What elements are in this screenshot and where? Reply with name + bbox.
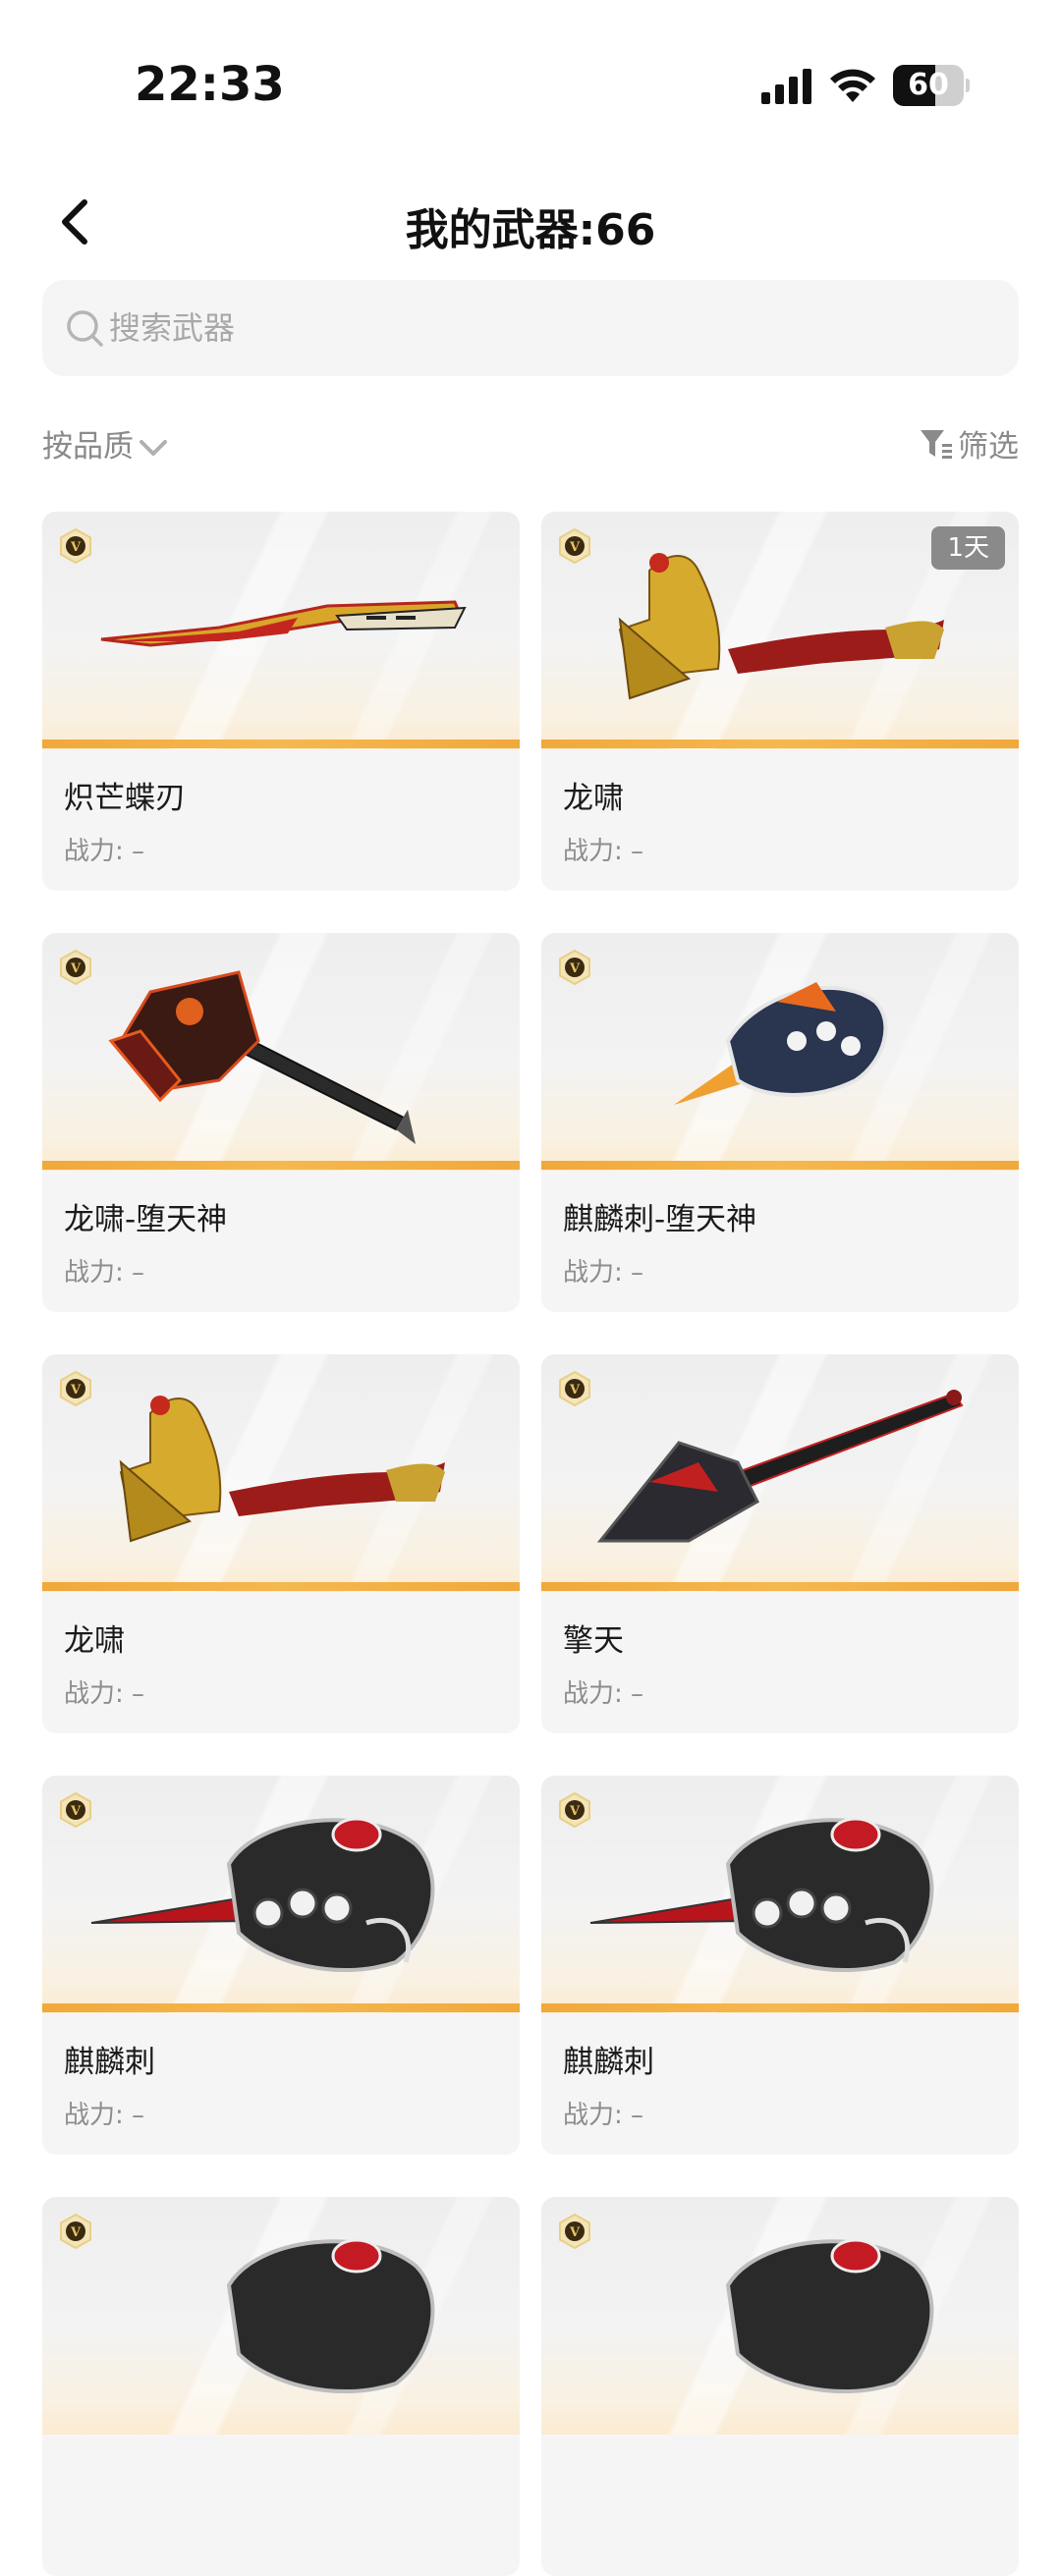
v-quality-badge-icon: V bbox=[60, 528, 91, 564]
sort-by-quality-button[interactable]: 按品质 bbox=[42, 421, 169, 466]
v-quality-badge-icon: V bbox=[60, 1792, 91, 1828]
weapon-card[interactable]: V 龙啸-堕天神 战力: – bbox=[42, 933, 520, 1312]
shovel-icon bbox=[596, 1390, 964, 1543]
knuckle-icon bbox=[589, 1817, 934, 1973]
wifi-icon bbox=[830, 69, 875, 102]
weapon-card[interactable]: V bbox=[541, 2197, 1019, 2576]
weapon-name: 龙啸-堕天神 bbox=[64, 1202, 228, 1237]
filter-label: 筛选 bbox=[958, 429, 1019, 465]
page-title: 我的武器:66 bbox=[405, 205, 656, 255]
knuckle-icon bbox=[90, 1817, 435, 1973]
svg-text:V: V bbox=[70, 540, 82, 555]
v-quality-badge-icon: V bbox=[60, 1371, 91, 1406]
weapon-name: 龙啸 bbox=[64, 1623, 125, 1659]
quality-bar bbox=[541, 1582, 1019, 1591]
weapon-image-area: V bbox=[42, 1354, 520, 1592]
battery-level: 60 bbox=[908, 68, 949, 102]
filter-row: 按品质 筛选 bbox=[42, 417, 1019, 466]
weapon-name: 炽芒蝶刃 bbox=[64, 781, 186, 816]
weapon-power: 战力: – bbox=[64, 1679, 145, 1709]
weapon-image-area: V bbox=[42, 2197, 520, 2435]
quality-bar bbox=[42, 1582, 520, 1591]
weapon-image-area: V bbox=[42, 512, 520, 749]
svg-text:V: V bbox=[70, 1804, 82, 1819]
time-limit-tag: 1天 bbox=[931, 526, 1005, 570]
weapon-card[interactable]: V 炽芒蝶刃 战力: – bbox=[42, 512, 520, 891]
weapon-name: 龙啸 bbox=[563, 781, 624, 816]
weapon-card[interactable]: V 龙啸 战力: – bbox=[42, 1354, 520, 1733]
knuckle-icon bbox=[226, 2238, 435, 2394]
weapon-image-area: V bbox=[42, 933, 520, 1171]
svg-text:V: V bbox=[569, 961, 581, 976]
filter-icon bbox=[921, 430, 952, 459]
v-quality-badge-icon: V bbox=[559, 528, 590, 564]
v-quality-badge-icon: V bbox=[559, 1371, 590, 1406]
quality-bar bbox=[42, 740, 520, 748]
svg-text:V: V bbox=[569, 1383, 581, 1398]
battery-icon: 60 bbox=[893, 65, 970, 106]
v-quality-badge-icon: V bbox=[60, 950, 91, 985]
weapon-image-area: V bbox=[541, 933, 1019, 1171]
status-bar: 22:33 60 bbox=[0, 0, 1061, 147]
v-quality-badge-icon: V bbox=[559, 950, 590, 985]
weapon-card[interactable]: V 擎天 战力: – bbox=[541, 1354, 1019, 1733]
weapon-power: 战力: – bbox=[563, 1258, 644, 1288]
svg-text:V: V bbox=[70, 961, 82, 976]
quality-bar bbox=[541, 1161, 1019, 1170]
v-quality-badge-icon: V bbox=[559, 2214, 590, 2249]
weapon-name: 擎天 bbox=[563, 1623, 624, 1659]
weapon-card[interactable]: V 麒麟刺-堕天神 战力: – bbox=[541, 933, 1019, 1312]
weapon-power: 战力: – bbox=[64, 1258, 145, 1288]
weapon-power: 战力: – bbox=[64, 837, 145, 866]
svg-text:V: V bbox=[569, 2225, 581, 2240]
filter-button[interactable]: 筛选 bbox=[919, 421, 1019, 466]
svg-text:V: V bbox=[70, 1383, 82, 1398]
nav-header: 我的武器:66 bbox=[0, 177, 1061, 265]
v-quality-badge-icon: V bbox=[559, 1792, 590, 1828]
svg-text:V: V bbox=[70, 2225, 82, 2240]
butterfly-knife-icon bbox=[100, 600, 467, 647]
quality-bar bbox=[541, 2003, 1019, 2012]
weapon-image-area: V bbox=[42, 1776, 520, 2013]
weapon-image-area: V bbox=[541, 1776, 1019, 2013]
weapon-power: 战力: – bbox=[563, 1679, 644, 1709]
dark-knuckle-icon bbox=[674, 982, 888, 1105]
chevron-down-icon bbox=[140, 439, 167, 456]
quality-bar bbox=[42, 1161, 520, 1170]
cellular-signal-icon bbox=[761, 69, 811, 104]
search-bar[interactable] bbox=[42, 280, 1019, 376]
v-quality-badge-icon: V bbox=[60, 2214, 91, 2249]
weapon-power: 战力: – bbox=[64, 2101, 145, 2130]
weapon-name: 麒麟刺 bbox=[64, 2045, 155, 2080]
weapon-power: 战力: – bbox=[563, 837, 644, 866]
weapon-card[interactable]: V bbox=[42, 2197, 520, 2576]
weapon-card[interactable]: V 麒麟刺 战力: – bbox=[541, 1776, 1019, 2155]
quality-bar bbox=[541, 740, 1019, 748]
weapon-image-area: V 1天 bbox=[541, 512, 1019, 749]
search-input[interactable] bbox=[109, 280, 974, 376]
sort-label: 按品质 bbox=[42, 429, 134, 465]
status-time: 22:33 bbox=[135, 57, 285, 112]
svg-text:V: V bbox=[569, 540, 581, 555]
weapon-name: 麒麟刺-堕天神 bbox=[563, 1202, 757, 1237]
weapon-image-area: V bbox=[541, 1354, 1019, 1592]
weapon-power: 战力: – bbox=[563, 2101, 644, 2130]
knuckle-icon bbox=[725, 2238, 934, 2394]
weapon-name: 麒麟刺 bbox=[563, 2045, 654, 2080]
weapon-image-area: V bbox=[541, 2197, 1019, 2435]
dragon-axe-icon bbox=[119, 1396, 445, 1543]
weapon-card[interactable]: V 1天 龙啸 战力: – bbox=[541, 512, 1019, 891]
quality-bar bbox=[42, 2003, 520, 2012]
weapon-card[interactable]: V 麒麟刺 战力: – bbox=[42, 1776, 520, 2155]
svg-text:V: V bbox=[569, 1804, 581, 1819]
dark-axe-icon bbox=[108, 970, 416, 1144]
search-icon bbox=[67, 310, 103, 347]
